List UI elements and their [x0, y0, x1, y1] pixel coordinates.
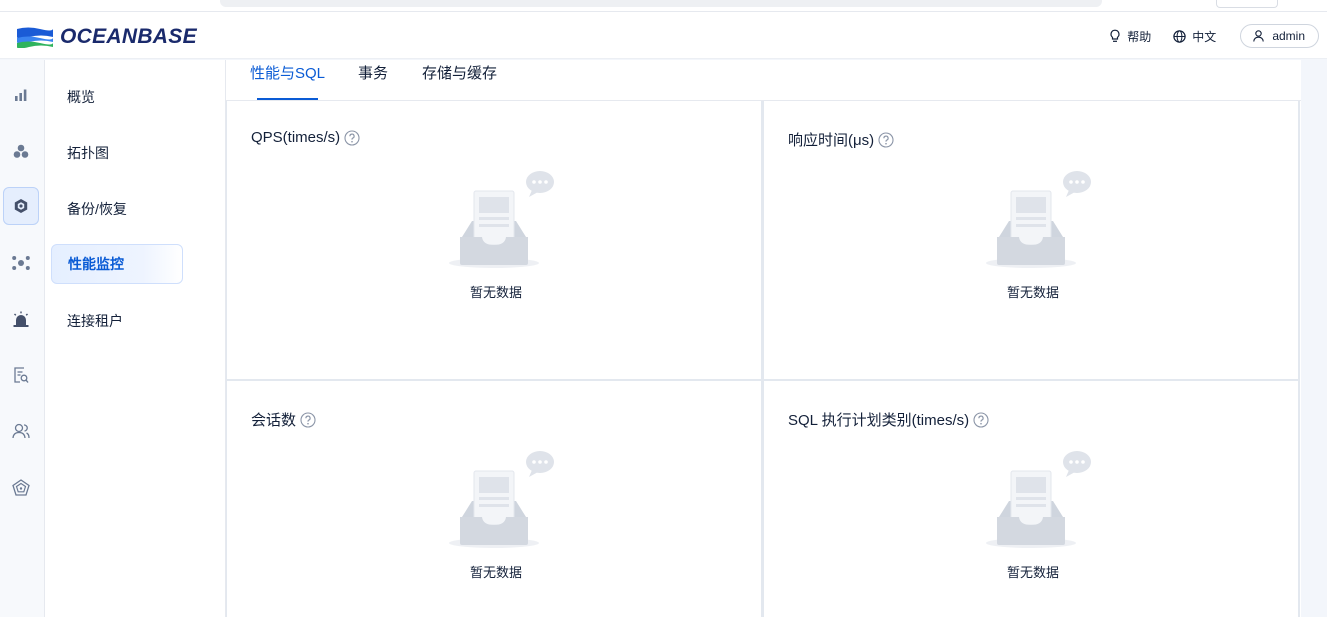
empty-state: 暂无数据: [973, 167, 1093, 307]
address-bar[interactable]: [220, 0, 1102, 7]
question-circle-icon[interactable]: [878, 131, 894, 148]
tab-transaction[interactable]: 事务: [358, 64, 388, 98]
empty-inbox-icon: [449, 171, 554, 268]
menu-item-overview[interactable]: 概览: [51, 77, 183, 117]
empty-state: 暂无数据: [973, 447, 1093, 587]
user-menu-button[interactable]: admin: [1240, 24, 1319, 48]
nav-topology[interactable]: [3, 468, 39, 506]
document-search-icon: [14, 366, 29, 383]
nav-tenant[interactable]: [3, 187, 39, 225]
oceanbase-logo-icon: [17, 27, 53, 48]
sub-menu: 概览 拓扑图 备份/恢复 性能监控 连接租户: [45, 60, 226, 617]
question-circle-icon[interactable]: [300, 411, 316, 428]
tab-performance-sql[interactable]: 性能与SQL: [250, 64, 325, 98]
card-title: QPS(times/s): [251, 129, 360, 146]
menu-item-connect-tenant[interactable]: 连接租户: [51, 301, 183, 341]
card-title-text: SQL 执行计划类别(times/s): [788, 412, 970, 429]
question-circle-icon[interactable]: [973, 411, 989, 428]
empty-state: 暂无数据: [436, 167, 556, 307]
cluster-icon: [13, 144, 29, 158]
oceanbase-logo[interactable]: OCEANBASE: [16, 25, 197, 49]
lightbulb-icon: [1110, 29, 1120, 42]
nav-users[interactable]: [3, 412, 39, 450]
menu-item-performance-monitor[interactable]: 性能监控: [51, 244, 183, 284]
empty-state: 暂无数据: [436, 447, 556, 587]
user-name: admin: [1272, 29, 1305, 43]
card-title-text: QPS(times/s): [251, 129, 341, 146]
nav-bar-chart[interactable]: [3, 76, 39, 114]
empty-text: 暂无数据: [469, 565, 522, 580]
app-header: OCEANBASE 帮助 中文 admin: [0, 12, 1327, 59]
question-circle-icon[interactable]: [344, 129, 360, 146]
empty-inbox-icon: [986, 171, 1091, 268]
menu-item-topology[interactable]: 拓扑图: [51, 133, 183, 173]
nav-cluster[interactable]: [3, 132, 39, 170]
card-title: 会话数: [251, 409, 316, 430]
nav-alarm[interactable]: [3, 300, 39, 338]
card-title-text: 响应时间(μs): [788, 132, 875, 149]
users-icon: [12, 423, 30, 439]
user-icon: [1253, 30, 1265, 42]
card-title: 响应时间(μs): [788, 129, 894, 150]
help-label: 帮助: [1127, 29, 1152, 44]
menu-item-backup-restore[interactable]: 备份/恢复: [51, 189, 183, 229]
empty-inbox-icon: [449, 451, 554, 548]
nav-nodes[interactable]: [3, 244, 39, 282]
metrics-grid: QPS(times/s) 暂无数据 响应时间(μs) 暂无数据 会话数 暂无数据…: [226, 101, 1301, 617]
browser-top-strip: [0, 0, 1327, 12]
header-actions: 帮助 中文 admin: [1087, 24, 1319, 48]
main-content: 性能与SQL 事务 存储与缓存 QPS(times/s) 暂无数据 响应时间(μ…: [226, 60, 1301, 617]
metric-card-qps: QPS(times/s) 暂无数据: [226, 101, 763, 381]
browser-button[interactable]: [1216, 0, 1278, 8]
empty-inbox-icon: [986, 451, 1091, 548]
tab-active-indicator: [257, 98, 318, 100]
empty-text: 暂无数据: [1006, 285, 1059, 300]
right-gutter: [1301, 60, 1327, 617]
metric-card-response-time: 响应时间(μs) 暂无数据: [763, 101, 1300, 381]
metric-card-sessions: 会话数 暂无数据: [226, 381, 763, 617]
brand-name: OCEANBASE: [60, 25, 197, 48]
tab-bar: 性能与SQL 事务 存储与缓存: [226, 60, 1301, 101]
tab-storage-cache[interactable]: 存储与缓存: [422, 64, 497, 98]
polygon-icon: [12, 478, 30, 496]
metric-card-sql-plan-type: SQL 执行计划类别(times/s) 暂无数据: [763, 381, 1300, 617]
nodes-icon: [12, 256, 30, 270]
language-switch[interactable]: 中文: [1173, 28, 1216, 45]
empty-text: 暂无数据: [1006, 565, 1059, 580]
bar-chart-icon: [15, 89, 27, 101]
language-label: 中文: [1192, 29, 1217, 44]
card-title: SQL 执行计划类别(times/s): [788, 409, 989, 430]
alarm-icon: [13, 311, 29, 327]
icon-sidebar: [0, 60, 45, 617]
card-title-text: 会话数: [251, 412, 297, 429]
globe-icon: [1173, 29, 1186, 43]
nav-diagnosis[interactable]: [3, 356, 39, 394]
help-link[interactable]: 帮助: [1109, 28, 1151, 45]
empty-text: 暂无数据: [469, 285, 522, 300]
hexagon-icon: [14, 199, 28, 213]
